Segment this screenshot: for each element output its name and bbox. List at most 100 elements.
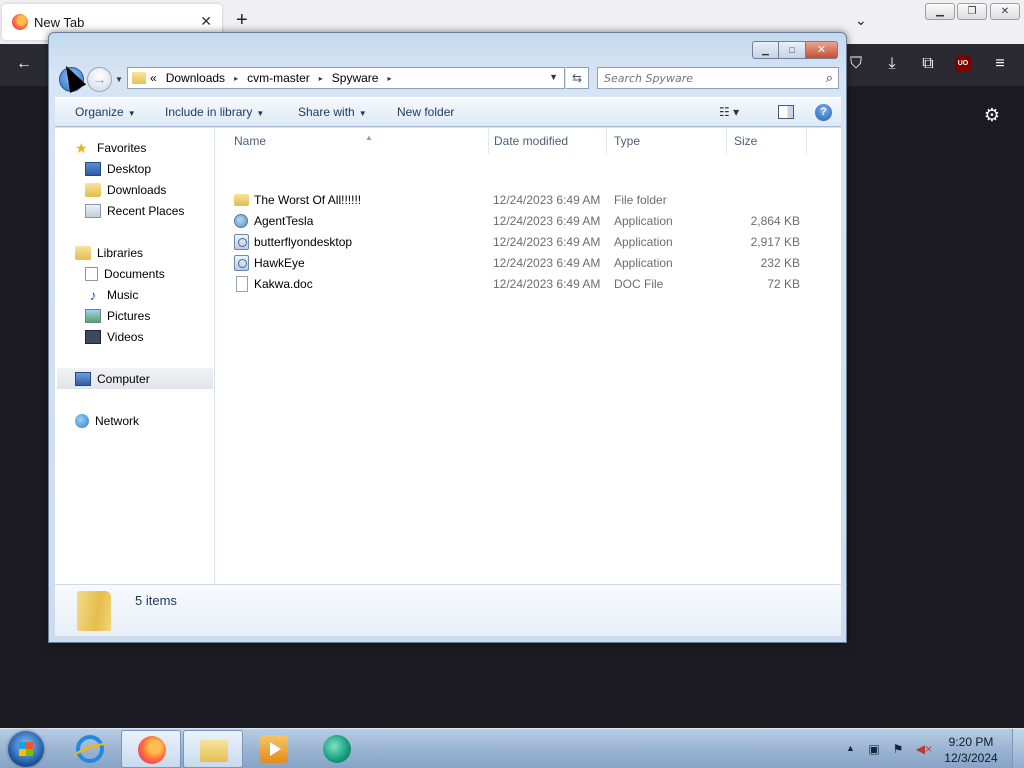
volume-muted-icon[interactable]: ◀× (914, 741, 934, 757)
column-header-name[interactable]: Name ▲ (227, 128, 489, 154)
nav-documents[interactable]: Documents (85, 263, 165, 284)
breadcrumb-cvm-master[interactable]: cvm-master (247, 71, 310, 85)
address-dropdown-icon[interactable]: ▼ (549, 72, 558, 82)
file-list: Name ▲ Date modified Type Size The Worst… (215, 128, 841, 584)
help-icon[interactable]: ? (815, 104, 832, 121)
search-box: ⌕ (597, 67, 839, 89)
share-with-button[interactable]: Share with ▼ (298, 105, 367, 119)
show-hidden-icons[interactable]: ▲ (846, 743, 855, 753)
network-icon (75, 413, 89, 428)
column-header-size[interactable]: Size (727, 128, 807, 154)
column-header-date[interactable]: Date modified (487, 128, 607, 154)
extensions-icon[interactable]: ⧉ (918, 54, 938, 74)
nav-label: Network (95, 413, 140, 428)
breadcrumb-spyware[interactable]: Spyware (332, 71, 379, 85)
nav-pictures[interactable]: Pictures (85, 305, 150, 326)
nav-label: Music (107, 287, 139, 302)
maximize-button[interactable]: □ (779, 41, 806, 59)
nav-label: Recent Places (107, 203, 185, 218)
list-all-tabs-icon[interactable]: ⌄ (855, 12, 867, 29)
start-button[interactable] (8, 731, 44, 767)
nav-label: Pictures (107, 308, 151, 323)
forward-button[interactable]: → (87, 67, 112, 92)
taskbar-windows-explorer[interactable] (183, 730, 243, 768)
search-icon[interactable]: ⌕ (826, 70, 833, 86)
file-type: DOC File (614, 277, 664, 291)
gear-icon[interactable]: ⚙ (982, 105, 1002, 125)
firefox-icon (138, 736, 166, 764)
nav-videos[interactable]: Videos (85, 326, 143, 347)
download-icon[interactable]: ⤓ (882, 54, 902, 74)
show-desktop-button[interactable] (1012, 729, 1024, 768)
libraries-icon (75, 245, 91, 260)
nav-label: Documents (104, 266, 165, 281)
file-row[interactable]: AgentTesla 12/24/2023 6:49 AM Applicatio… (215, 211, 841, 232)
application-icon (234, 255, 249, 271)
firefox-icon (12, 14, 28, 30)
search-input[interactable] (604, 70, 814, 86)
nav-network[interactable]: Network (75, 410, 139, 431)
sort-ascending-icon: ▲ (365, 133, 373, 142)
preview-pane-icon[interactable] (778, 105, 794, 119)
nav-music[interactable]: ♪ Music (85, 284, 139, 305)
firefox-restore-button[interactable]: ❐ (957, 3, 987, 20)
computer-icon (75, 371, 91, 386)
view-options-button[interactable]: ☷ ▾ (719, 105, 739, 119)
address-bar[interactable]: « Downloads ▸ cvm-master ▸ Spyware ▸ ▼ (127, 67, 565, 89)
firefox-close-button[interactable]: ✕ (990, 3, 1020, 20)
breadcrumb-overflow[interactable]: « (150, 71, 157, 85)
taskbar-firefox[interactable] (121, 730, 181, 768)
nav-libraries[interactable]: Libraries (75, 242, 143, 263)
chevron-down-icon: ▼ (127, 109, 136, 118)
action-center-flag-icon[interactable]: ⚑ (890, 741, 906, 757)
minimize-button[interactable]: ▁ (752, 41, 779, 59)
include-in-library-button[interactable]: Include in library ▼ (165, 105, 264, 119)
network-tray-icon[interactable]: ▣ (866, 741, 882, 757)
breadcrumb-downloads[interactable]: Downloads (166, 71, 225, 85)
firefox-minimize-button[interactable]: ▁ (925, 3, 955, 20)
new-tab-button[interactable]: + (236, 10, 248, 30)
close-button[interactable]: ✕ (806, 41, 838, 59)
column-header-type[interactable]: Type (607, 128, 727, 154)
back-arrow-icon[interactable]: ← (14, 54, 34, 74)
breadcrumb-arrow-icon[interactable]: ▸ (319, 74, 323, 83)
downloads-folder-icon (85, 182, 101, 197)
media-player-icon (260, 735, 288, 763)
window-controls: ▁ □ ✕ (752, 41, 838, 59)
document-icon (236, 276, 248, 292)
nav-recent-places[interactable]: Recent Places (85, 200, 184, 221)
ublock-origin-icon[interactable]: UO (955, 56, 971, 72)
pocket-icon[interactable]: ⛉ (846, 54, 866, 74)
chevron-down-icon: ▼ (256, 109, 265, 118)
taskbar-app[interactable] (307, 730, 367, 768)
nav-computer[interactable]: Computer (57, 368, 213, 389)
hamburger-menu-icon[interactable]: ≡ (990, 54, 1010, 74)
nav-label: Videos (107, 329, 144, 344)
tab-close-icon[interactable]: ✕ (200, 13, 212, 30)
folder-icon (234, 194, 249, 206)
taskbar-media-player[interactable] (244, 730, 304, 768)
system-clock[interactable]: 9:20 PM 12/3/2024 (940, 734, 1002, 766)
organize-label: Organize (75, 105, 124, 119)
file-row[interactable]: Kakwa.doc 12/24/2023 6:49 AM DOC File 72… (215, 274, 841, 295)
nav-downloads[interactable]: Downloads (85, 179, 166, 200)
organize-button[interactable]: Organize ▼ (75, 105, 136, 119)
item-count: 5 items (135, 593, 177, 608)
file-type: Application (614, 214, 673, 228)
recent-pages-dropdown[interactable]: ▼ (115, 75, 123, 84)
nav-favorites[interactable]: ★ Favorites (75, 137, 146, 158)
file-row[interactable]: butterflyondesktop 12/24/2023 6:49 AM Ap… (215, 232, 841, 253)
nav-desktop[interactable]: Desktop (85, 158, 151, 179)
refresh-button[interactable]: ⇆ (566, 67, 589, 89)
recent-places-icon (85, 203, 101, 218)
new-folder-button[interactable]: New folder (397, 105, 454, 119)
taskbar-internet-explorer[interactable] (60, 730, 120, 768)
file-row[interactable]: HawkEye 12/24/2023 6:49 AM Application 2… (215, 253, 841, 274)
breadcrumb-arrow-icon[interactable]: ▸ (234, 74, 238, 83)
star-icon: ★ (75, 139, 88, 156)
file-row[interactable]: The Worst Of All!!!!!! 12/24/2023 6:49 A… (215, 190, 841, 211)
clock-date: 12/3/2024 (944, 751, 998, 765)
teal-app-icon (323, 735, 351, 763)
breadcrumb-arrow-icon[interactable]: ▸ (387, 74, 391, 83)
file-date: 12/24/2023 6:49 AM (493, 277, 601, 291)
